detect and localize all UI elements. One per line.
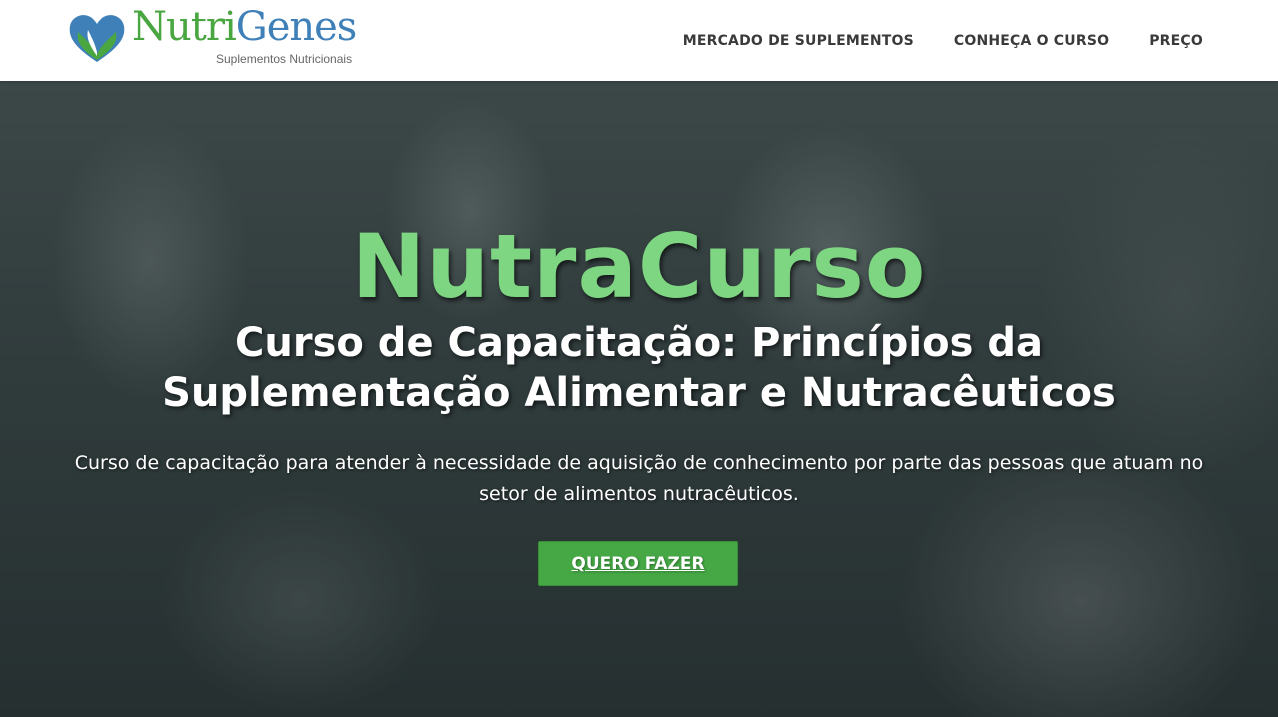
hero-subtitle-line2: Suplementação Alimentar e Nutracêuticos xyxy=(162,370,1116,416)
hero-subtitle: Curso de Capacitação: Princípios da Supl… xyxy=(0,318,1278,418)
brand-name-part1: Nutri xyxy=(132,4,237,50)
heart-leaf-icon xyxy=(69,15,125,62)
brand-name-part2: Genes xyxy=(235,4,358,50)
hero-section: NutraCurso Curso de Capacitação: Princíp… xyxy=(0,81,1278,717)
site-header: NutriGenes Suplementos Nutricionais MERC… xyxy=(0,0,1278,81)
hero-description: Curso de capacitação para atender à nece… xyxy=(50,448,1228,510)
brand-tagline: Suplementos Nutricionais xyxy=(216,52,353,66)
nav-item-curso[interactable]: CONHEÇA O CURSO xyxy=(954,33,1109,49)
quero-fazer-button[interactable]: QUERO FAZER xyxy=(538,541,738,586)
nav-item-mercado[interactable]: MERCADO DE SUPLEMENTOS xyxy=(683,33,914,49)
hero-description-line2: setor de alimentos nutracêuticos. xyxy=(479,483,799,505)
hero-subtitle-line1: Curso de Capacitação: Princípios da xyxy=(235,320,1043,366)
brand-logo[interactable]: NutriGenes Suplementos Nutricionais xyxy=(66,4,376,72)
nav-item-preco[interactable]: PREÇO xyxy=(1149,33,1203,49)
brand-name: NutriGenes xyxy=(132,4,358,50)
hero-title: NutraCurso xyxy=(351,215,927,318)
main-nav: MERCADO DE SUPLEMENTOS CONHEÇA O CURSO P… xyxy=(683,33,1203,49)
hero-description-line1: Curso de capacitação para atender à nece… xyxy=(74,452,1204,474)
